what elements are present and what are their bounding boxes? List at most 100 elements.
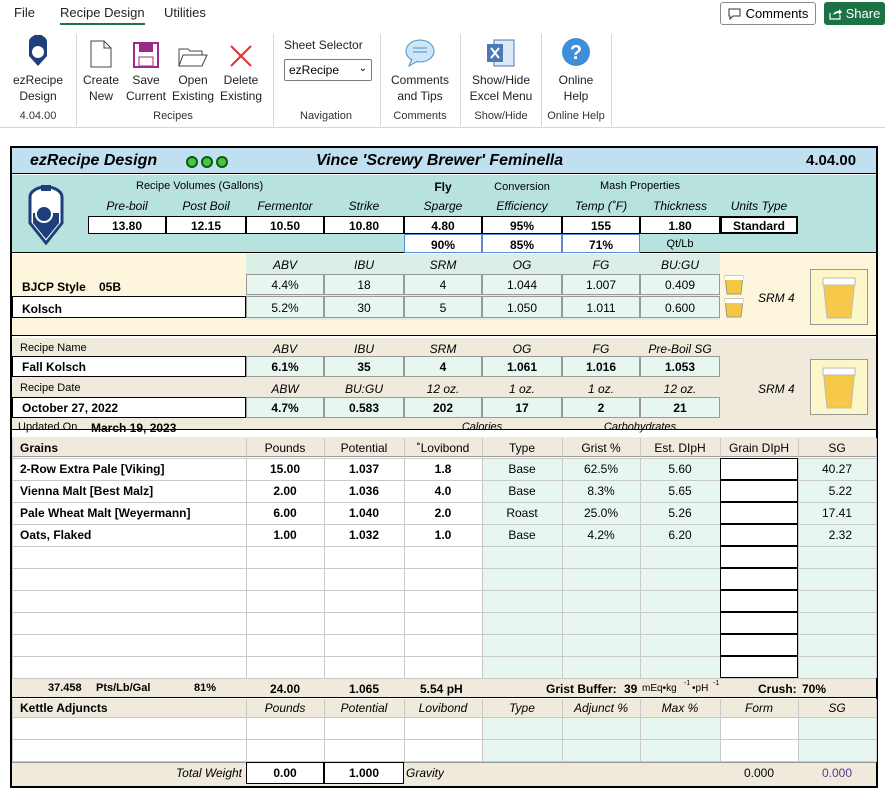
comments-button-label: Comments: [745, 6, 809, 21]
grain-name[interactable]: Oats, Flaked: [20, 528, 240, 542]
bjcp-style-name: Kolsch: [22, 302, 63, 316]
online-help-button[interactable]: ? Online Help: [546, 34, 606, 104]
volume-col-header: Strike: [348, 199, 380, 213]
navigation-group-label: Navigation: [300, 110, 352, 122]
style-col-header: ABV: [272, 258, 297, 272]
kettle-col-header: Adjunct %: [573, 701, 629, 715]
share-button-label: Share: [845, 6, 881, 21]
brewer-name: Vince 'Screwy Brewer' Feminella: [316, 152, 564, 169]
recipes-group-label: Recipes: [153, 110, 193, 122]
comments-tips-button[interactable]: Comments and Tips: [386, 34, 454, 104]
grain-diph-input[interactable]: [720, 634, 798, 656]
grain-cell[interactable]: 15.00: [246, 462, 324, 476]
style-max-value: 1.011: [586, 301, 616, 315]
sheet-selector-value: ezRecipe: [289, 63, 340, 77]
recipe-date-label: Recipe Date: [20, 382, 81, 394]
grain-cell[interactable]: 2.00: [246, 484, 324, 498]
grain-cell[interactable]: Roast: [482, 506, 562, 520]
tab-utilities[interactable]: Utilities: [164, 5, 206, 20]
open-existing-button[interactable]: Open Existing: [170, 34, 216, 104]
comments-button[interactable]: Comments: [720, 2, 816, 25]
grain-cell[interactable]: Base: [482, 484, 562, 498]
calories-label: Calories: [461, 421, 503, 433]
kettle-col-header: Pounds: [264, 701, 306, 715]
show-hide-excel-button[interactable]: Show/Hide Excel Menu: [464, 34, 538, 104]
recipe-glass-frame: [810, 359, 868, 415]
grid-line: [12, 438, 13, 678]
ribbon: ezRecipe Design 4.04.00 Create New Save …: [0, 28, 885, 128]
grain-diph-input[interactable]: [720, 502, 798, 524]
fly-label: Fly: [434, 180, 452, 194]
comment-icon: [728, 8, 741, 20]
grid-line: [876, 699, 877, 762]
recipe-date-value: October 27, 2022: [22, 401, 119, 415]
style-min-value: 1.044: [506, 278, 538, 292]
tab-recipe-design[interactable]: Recipe Design: [60, 5, 145, 25]
grid-line: [12, 761, 876, 762]
crush-label: Crush:: [758, 682, 797, 696]
app-title: ezRecipe Design: [30, 152, 158, 169]
share-button[interactable]: Share: [824, 2, 885, 25]
grain-cell[interactable]: 1.036: [324, 484, 404, 498]
grain-cell[interactable]: 1.00: [246, 528, 324, 542]
menu-file[interactable]: File: [14, 5, 35, 20]
style-min-value: 4: [439, 278, 447, 292]
recipe-value: 1.061: [506, 360, 538, 374]
bjcp-style-code: 05B: [99, 280, 122, 294]
grain-cell[interactable]: 1.040: [324, 506, 404, 520]
grain-cell[interactable]: 4.0: [404, 484, 482, 498]
style-max-value: 0.600: [664, 301, 696, 315]
mash-properties-label: Mash Properties: [599, 180, 681, 192]
grain-diph-input[interactable]: [720, 590, 798, 612]
volume-value: 10.80: [348, 219, 380, 233]
fermenter-icon: [29, 35, 47, 66]
grain-diph-input[interactable]: [720, 480, 798, 502]
kettle-col-header: Max %: [661, 701, 699, 715]
grain-cell[interactable]: 1.0: [404, 528, 482, 542]
grain-cell: 6.20: [668, 528, 692, 542]
grain-name[interactable]: Pale Wheat Malt [Weyermann]: [20, 506, 240, 520]
grain-diph-input[interactable]: [720, 568, 798, 590]
grain-cell[interactable]: 2.0: [404, 506, 482, 520]
grain-name[interactable]: Vienna Malt [Best Malz]: [20, 484, 240, 498]
grain-diph-input[interactable]: [720, 656, 798, 678]
sheet-selector-dropdown[interactable]: ezRecipe ⌄: [284, 59, 372, 81]
ribbon-separator: [76, 34, 77, 126]
grain-col-header: Est. DIpH: [654, 441, 706, 455]
grain-cell[interactable]: 1.8: [404, 462, 482, 476]
grain-diph-input[interactable]: [720, 524, 798, 546]
volume-col-header: Sparge: [423, 199, 463, 213]
grain-diph-input[interactable]: [720, 546, 798, 568]
ribbon-separator: [273, 34, 274, 126]
grain-cell[interactable]: 6.00: [246, 506, 324, 520]
points-unit: Pts/Lb/Gal: [96, 682, 151, 694]
ezrecipe-design-button[interactable]: ezRecipe Design: [8, 34, 68, 104]
volume-value: 10.50: [269, 219, 301, 233]
grain-diph-input[interactable]: [720, 458, 798, 480]
speech-bubble-icon: [405, 39, 435, 68]
kettle-col-header: Lovibond: [418, 701, 468, 715]
grain-cell[interactable]: Base: [482, 462, 562, 476]
delete-existing-button[interactable]: Delete Existing: [218, 34, 264, 104]
style-col-header: FG: [592, 258, 610, 272]
recipe-sheet: ezRecipe Design Vince 'Screwy Brewer' Fe…: [0, 128, 885, 788]
grain-cell[interactable]: Base: [482, 528, 562, 542]
volume-value: 95%: [509, 219, 535, 233]
create-new-button[interactable]: Create New: [80, 34, 122, 104]
grain-cell[interactable]: 1.032: [324, 528, 404, 542]
recipe-col-header: 1 oz.: [508, 382, 535, 396]
fermenter-logo-icon: [28, 185, 64, 246]
online-help-group-label: Online Help: [547, 110, 605, 122]
ribbon-separator: [460, 34, 461, 126]
grain-cell[interactable]: 1.037: [324, 462, 404, 476]
ribbon-separator: [611, 34, 612, 126]
save-disk-icon: [133, 42, 159, 68]
grain-cell: 2.32: [828, 528, 852, 542]
save-current-button[interactable]: Save Current: [124, 34, 168, 104]
grain-name[interactable]: 2-Row Extra Pale [Viking]: [20, 462, 240, 476]
grain-col-header: Potential: [340, 441, 388, 455]
grain-diph-input[interactable]: [720, 612, 798, 634]
grain-col-header: Grains: [20, 441, 59, 455]
gravity-label: Gravity: [406, 766, 445, 780]
recipe-value: 2: [597, 401, 605, 415]
